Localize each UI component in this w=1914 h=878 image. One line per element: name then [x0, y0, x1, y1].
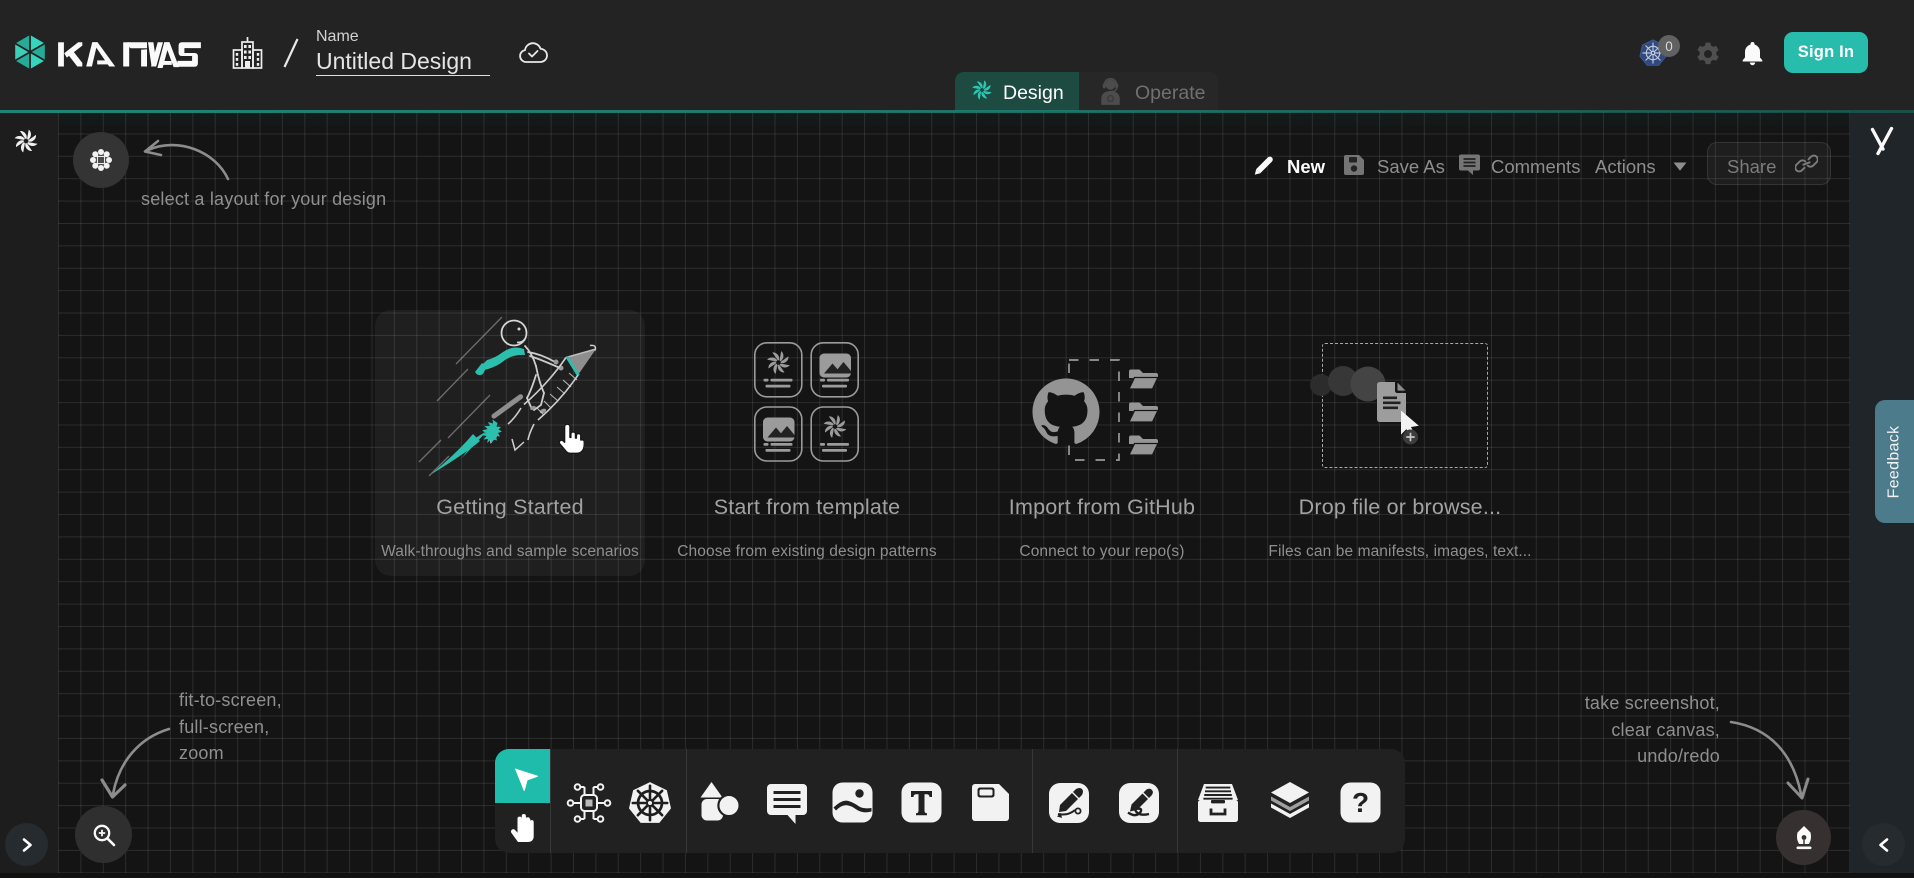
- svg-text:?: ?: [1352, 787, 1369, 818]
